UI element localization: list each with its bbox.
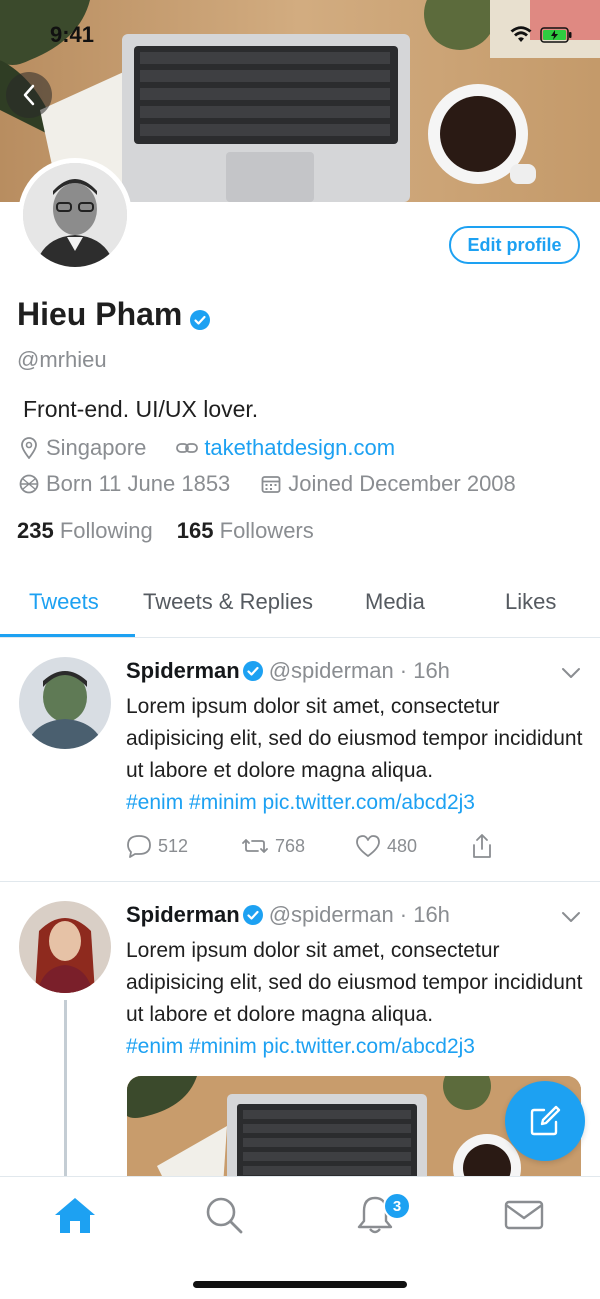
compose-tweet-button[interactable] <box>505 1081 585 1161</box>
profile-born: Born 11 June 1853 <box>46 471 231 496</box>
tweet-avatar[interactable] <box>19 657 111 749</box>
notifications-badge: 3 <box>383 1192 411 1220</box>
active-tab-indicator <box>0 634 135 637</box>
share-icon <box>473 834 491 858</box>
nav-search-button[interactable] <box>202 1193 246 1237</box>
tweet[interactable]: Spiderman @spiderman · 16h Lorem ipsum d… <box>0 638 600 882</box>
tweet-body: Lorem ipsum dolor sit amet, consectetur … <box>126 939 583 1026</box>
home-indicator <box>193 1281 407 1288</box>
tweet-hashtags[interactable]: #enim #minim pic.twitter.com/abcd2j3 <box>126 787 586 819</box>
tweet-time: · 16h <box>399 658 450 683</box>
tab-tweets-replies[interactable]: Tweets & Replies <box>143 589 313 615</box>
tweet-text: Lorem ipsum dolor sit amet, consectetur … <box>126 691 586 819</box>
edit-profile-button[interactable]: Edit profile <box>449 226 580 264</box>
tweet-author-name[interactable]: Spiderman <box>126 658 240 684</box>
avatar <box>19 657 111 749</box>
retweet-icon <box>242 839 268 853</box>
tweet-text: Lorem ipsum dolor sit amet, consectetur … <box>126 935 586 1063</box>
tab-media[interactable]: Media <box>365 589 425 615</box>
like-icon <box>356 835 380 857</box>
reply-button[interactable]: 512 <box>126 834 241 858</box>
chevron-down-icon[interactable] <box>560 910 582 929</box>
profile-handle: @mrhieu <box>17 347 107 372</box>
tweet-time: · 16h <box>399 902 450 927</box>
avatar <box>19 901 111 993</box>
profile-tabs: Tweets Tweets & Replies Media Likes <box>0 580 600 638</box>
followers-label: Followers <box>219 518 314 543</box>
profile-name: Hieu Pham <box>17 296 183 332</box>
wifi-icon <box>510 26 532 49</box>
tweet-author-handle: @spiderman <box>268 902 394 927</box>
bottom-navigation: 3 <box>0 1176 600 1299</box>
battery-icon <box>540 27 572 48</box>
retweet-button[interactable]: 768 <box>241 836 355 857</box>
tweet-header: Spiderman @spiderman · 16h <box>126 902 450 928</box>
like-button[interactable]: 480 <box>355 834 470 858</box>
avatar <box>23 163 127 267</box>
back-icon <box>23 84 35 106</box>
profile-joined: Joined December 2008 <box>288 471 516 496</box>
tweet-header: Spiderman @spiderman · 16h <box>126 658 450 684</box>
birthday-icon <box>18 473 40 495</box>
tweet-actions: 512 768 480 <box>126 833 494 859</box>
profile-website-link[interactable]: takethatdesign.com <box>204 435 395 461</box>
thread-line <box>64 1000 67 1180</box>
followers-count: 165 <box>176 518 214 543</box>
tab-tweets[interactable]: Tweets <box>29 589 99 615</box>
status-time: 9:41 <box>50 22 95 47</box>
compose-icon <box>530 1105 561 1136</box>
tab-likes[interactable]: Likes <box>505 589 556 615</box>
tweet-body: Lorem ipsum dolor sit amet, consectetur … <box>126 695 583 782</box>
tweet-author-name[interactable]: Spiderman <box>126 902 240 928</box>
home-icon <box>55 1198 95 1233</box>
mail-icon <box>504 1200 544 1230</box>
following-label: Following <box>59 518 153 543</box>
profile-meta-dates-row: Born 11 June 1853 Joined December 2008 <box>18 471 516 497</box>
search-icon <box>206 1197 243 1234</box>
nav-messages-button[interactable] <box>502 1193 546 1237</box>
follow-stats: 235 Following 165 Followers <box>17 518 314 544</box>
following-count: 235 <box>17 518 54 543</box>
profile-avatar[interactable] <box>18 158 132 272</box>
back-button[interactable] <box>6 72 52 118</box>
retweet-count: 768 <box>275 835 306 856</box>
tweet-avatar[interactable] <box>19 901 111 993</box>
verified-icon <box>190 310 210 335</box>
tweet-author-handle: @spiderman <box>268 658 394 683</box>
like-count: 480 <box>387 835 418 856</box>
link-icon <box>176 437 199 459</box>
profile-bio: Front-end. UI/UX lover. <box>23 396 259 422</box>
profile-meta-location-row: Singapore takethatdesign.com <box>18 435 395 461</box>
reply-icon <box>127 835 151 858</box>
verified-icon <box>242 661 263 681</box>
calendar-icon <box>260 473 282 495</box>
followers-link[interactable]: 165 Followers <box>177 518 314 544</box>
share-button[interactable] <box>470 833 494 859</box>
status-icons <box>510 26 572 49</box>
reply-count: 512 <box>158 835 189 856</box>
following-link[interactable]: 235 Following <box>17 518 153 544</box>
verified-icon <box>242 905 263 925</box>
tweet-hashtags[interactable]: #enim #minim pic.twitter.com/abcd2j3 <box>126 1031 586 1063</box>
chevron-down-icon[interactable] <box>560 666 582 685</box>
nav-home-button[interactable] <box>53 1193 97 1237</box>
location-icon <box>18 437 40 459</box>
profile-location: Singapore <box>46 435 147 460</box>
